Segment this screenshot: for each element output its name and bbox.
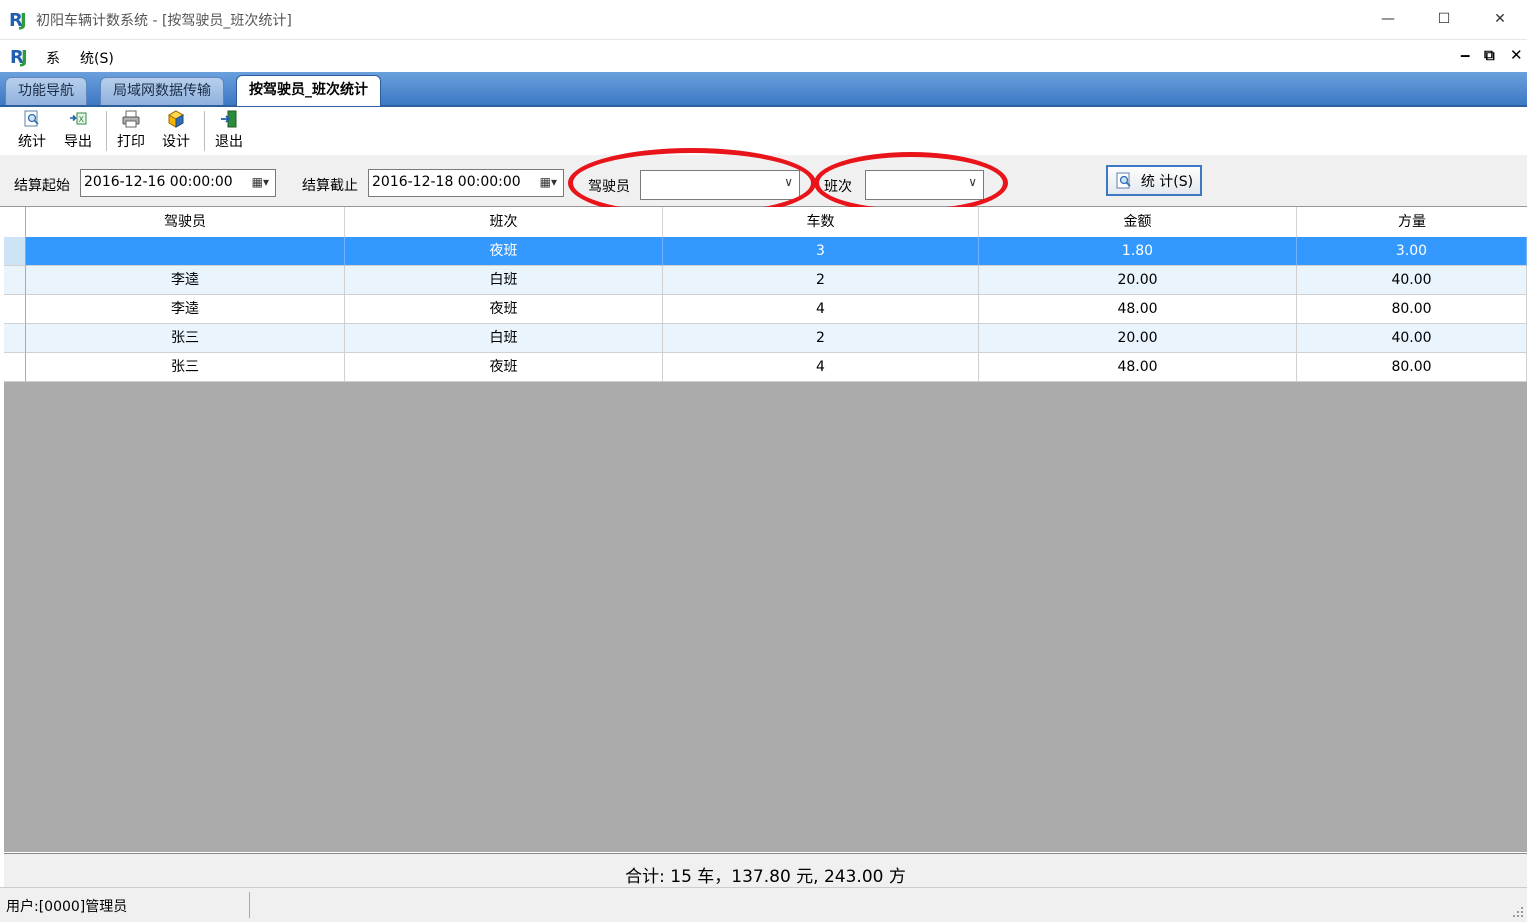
mdi-close-button[interactable]: ✕: [1510, 46, 1523, 64]
mdi-restore-button[interactable]: ⧉: [1484, 46, 1495, 64]
row-header[interactable]: [4, 324, 26, 353]
table-row[interactable]: 夜班 3 1.80 3.00: [4, 237, 1527, 266]
mdi-minimize-button[interactable]: ‒: [1460, 46, 1470, 64]
menu-item-system[interactable]: 系: [46, 48, 60, 68]
export-toolbar-label: 导出: [64, 134, 92, 150]
title-bar: R J 初阳车辆计数系统 - [按驾驶员_班次统计] — ☐ ✕: [0, 0, 1527, 40]
calendar-dropdown-icon[interactable]: ▦▾: [252, 175, 269, 189]
status-bar: 用户:[0000]管理员: [0, 887, 1527, 922]
shift-cell[interactable]: 夜班: [345, 237, 663, 266]
vehicle-count-cell[interactable]: 4: [663, 353, 979, 382]
design-toolbar-button[interactable]: 设计: [162, 109, 190, 153]
summary-bar: 合计: 15 车，137.80 元, 243.00 方: [4, 853, 1527, 888]
column-header-amount[interactable]: 金额: [979, 207, 1297, 237]
tab-driver-shift-stats[interactable]: 按驾驶员_班次统计: [236, 75, 381, 106]
stat-toolbar-label: 统计: [18, 134, 46, 150]
tab-lan-data-transfer[interactable]: 局域网数据传输: [100, 77, 224, 105]
shift-cell[interactable]: 夜班: [345, 353, 663, 382]
search-report-icon: [1116, 172, 1131, 188]
close-button[interactable]: ✕: [1472, 0, 1527, 38]
calendar-dropdown-icon[interactable]: ▦▾: [540, 175, 557, 189]
svg-text:J: J: [19, 47, 28, 67]
design-cube-icon: [167, 110, 185, 128]
annotation-circle: [814, 152, 1008, 214]
shift-cell[interactable]: 白班: [345, 266, 663, 295]
end-date-value: 2016-12-18 00:00:00: [372, 174, 521, 190]
vehicle-count-cell[interactable]: 4: [663, 295, 979, 324]
row-header[interactable]: [4, 295, 26, 324]
tab-function-navigation[interactable]: 功能导航: [5, 77, 87, 105]
exit-toolbar-label: 退出: [215, 134, 243, 150]
menu-bar: R J 系 统(S) ‒ ⧉ ✕: [0, 40, 1527, 72]
row-header[interactable]: [4, 266, 26, 295]
end-date-label: 结算截止: [302, 178, 358, 194]
menu-item-system-s[interactable]: 统(S): [80, 48, 114, 68]
driver-cell[interactable]: 李逵: [26, 295, 345, 324]
export-toolbar-button[interactable]: X 导出: [64, 109, 92, 153]
search-report-icon: [24, 110, 39, 127]
status-separator: [249, 892, 250, 918]
exit-door-icon: [221, 110, 237, 128]
column-header-vehicle-count[interactable]: 车数: [663, 207, 979, 237]
row-header-corner: [4, 207, 26, 237]
data-grid[interactable]: 驾驶员 班次 车数 金额 方量 夜班 3 1.80 3.00 李逵 白班 2 2…: [4, 207, 1527, 852]
maximize-button[interactable]: ☐: [1416, 0, 1472, 38]
start-date-value: 2016-12-16 00:00:00: [84, 174, 233, 190]
table-row[interactable]: 李逵 夜班 4 48.00 80.00: [4, 295, 1527, 324]
vehicle-count-cell[interactable]: 3: [663, 237, 979, 266]
toolbar: 统计 X 导出 打印 设计 退出: [0, 107, 1527, 155]
summary-text: 合计: 15 车，137.80 元, 243.00 方: [625, 867, 906, 887]
column-header-volume[interactable]: 方量: [1297, 207, 1527, 237]
amount-cell[interactable]: 48.00: [979, 353, 1297, 382]
table-row[interactable]: 李逵 白班 2 20.00 40.00: [4, 266, 1527, 295]
volume-cell[interactable]: 3.00: [1297, 237, 1527, 266]
start-date-label: 结算起始: [14, 178, 70, 194]
table-row[interactable]: 张三 夜班 4 48.00 80.00: [4, 353, 1527, 382]
amount-cell[interactable]: 20.00: [979, 266, 1297, 295]
driver-cell[interactable]: 张三: [26, 353, 345, 382]
svg-text:X: X: [79, 115, 85, 124]
grid-header: 驾驶员 班次 车数 金额 方量: [4, 207, 1527, 238]
volume-cell[interactable]: 40.00: [1297, 324, 1527, 353]
end-date-picker[interactable]: 2016-12-18 00:00:00 ▦▾: [368, 169, 564, 197]
vehicle-count-cell[interactable]: 2: [663, 324, 979, 353]
stat-button-label: 统 计(S): [1140, 173, 1194, 190]
shift-cell[interactable]: 夜班: [345, 295, 663, 324]
row-header[interactable]: [4, 237, 26, 266]
document-tabs: 功能导航 局域网数据传输 按驾驶员_班次统计: [0, 72, 1527, 107]
row-header[interactable]: [4, 353, 26, 382]
amount-cell[interactable]: 48.00: [979, 295, 1297, 324]
app-logo-icon: R J: [9, 10, 27, 30]
driver-cell[interactable]: 张三: [26, 324, 345, 353]
stat-toolbar-button[interactable]: 统计: [18, 109, 46, 153]
amount-cell[interactable]: 1.80: [979, 237, 1297, 266]
toolbar-separator: [106, 111, 107, 151]
printer-icon: [122, 110, 140, 128]
resize-grip-icon[interactable]: [1512, 906, 1524, 918]
stat-button[interactable]: 统 计(S): [1106, 165, 1202, 196]
exit-toolbar-button[interactable]: 退出: [215, 109, 243, 153]
shift-cell[interactable]: 白班: [345, 324, 663, 353]
minimize-button[interactable]: —: [1360, 0, 1416, 38]
driver-cell[interactable]: [26, 237, 345, 266]
volume-cell[interactable]: 80.00: [1297, 353, 1527, 382]
amount-cell[interactable]: 20.00: [979, 324, 1297, 353]
print-toolbar-label: 打印: [117, 134, 145, 150]
toolbar-separator: [204, 111, 205, 151]
design-toolbar-label: 设计: [162, 134, 190, 150]
column-header-shift[interactable]: 班次: [345, 207, 663, 237]
app-logo-icon: R J: [10, 47, 28, 67]
table-row[interactable]: 张三 白班 2 20.00 40.00: [4, 324, 1527, 353]
driver-cell[interactable]: 李逵: [26, 266, 345, 295]
volume-cell[interactable]: 80.00: [1297, 295, 1527, 324]
vehicle-count-cell[interactable]: 2: [663, 266, 979, 295]
current-user: 用户:[0000]管理员: [6, 899, 128, 915]
column-header-driver[interactable]: 驾驶员: [26, 207, 345, 237]
start-date-picker[interactable]: 2016-12-16 00:00:00 ▦▾: [80, 169, 276, 197]
volume-cell[interactable]: 40.00: [1297, 266, 1527, 295]
svg-text:J: J: [18, 10, 27, 30]
excel-export-icon: X: [70, 112, 87, 125]
print-toolbar-button[interactable]: 打印: [117, 109, 145, 153]
window-title: 初阳车辆计数系统 - [按驾驶员_班次统计]: [36, 13, 292, 29]
